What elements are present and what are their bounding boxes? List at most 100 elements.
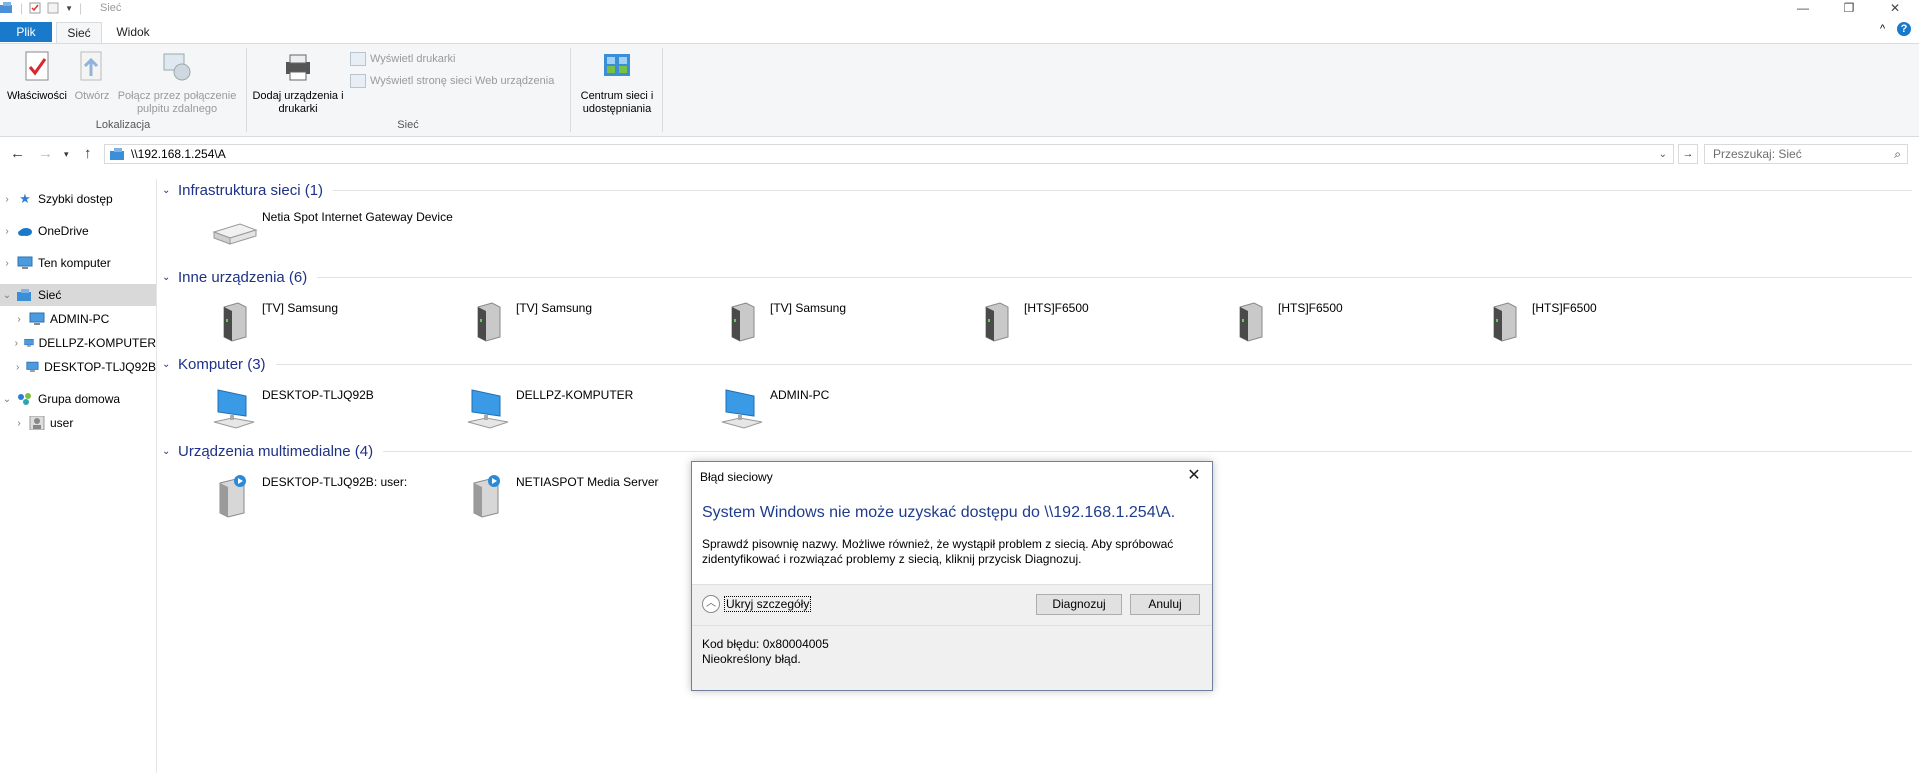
collapse-chevron-icon[interactable]: ⌄: [162, 185, 178, 196]
group-header-infrastructure[interactable]: ⌄ Infrastruktura sieci (1): [162, 180, 1912, 200]
open-button[interactable]: Otwórz: [70, 50, 114, 103]
close-button[interactable]: ✕: [1872, 0, 1918, 18]
media-server-item[interactable]: NETIASPOT Media Server: [464, 471, 716, 519]
group-label-location: Lokalizacja: [95, 119, 151, 131]
view-printers-label: Wyświetl drukarki: [370, 53, 456, 65]
group-header-other-devices[interactable]: ⌄ Inne urządzenia (6): [162, 267, 1912, 287]
dialog-footer: ︿ Ukryj szczegóły Diagnozuj Anuluj Kod b…: [692, 584, 1212, 690]
expand-chevron-icon[interactable]: ›: [12, 338, 21, 349]
collapse-chevron-icon[interactable]: ⌄: [0, 394, 14, 405]
go-arrow-icon[interactable]: →: [1678, 144, 1698, 164]
media-server-item[interactable]: DESKTOP-TLJQ92B: user:: [210, 471, 462, 519]
nav-item-admin-pc[interactable]: › ADMIN-PC: [12, 308, 168, 330]
cancel-button[interactable]: Anuluj: [1130, 594, 1200, 615]
tab-file[interactable]: Plik: [0, 22, 52, 42]
network-icon: [110, 148, 124, 160]
group-title: Komputer (3): [178, 355, 266, 373]
hide-details-toggle[interactable]: ︿ Ukryj szczegóły: [702, 595, 812, 613]
item-label: [HTS]F6500: [1278, 301, 1343, 315]
device-item[interactable]: [TV] Samsung: [210, 297, 462, 345]
computer-item[interactable]: DELLPZ-KOMPUTER: [464, 384, 716, 432]
nav-item-desktop-tljq92b[interactable]: › DESKTOP-TLJQ92B: [12, 356, 156, 378]
remote-desktop-button[interactable]: Połącz przez połączenie pulpitu zdalnego: [114, 50, 240, 116]
nav-item-dellpz-komputer[interactable]: › DELLPZ-KOMPUTER: [12, 332, 156, 354]
add-devices-button[interactable]: Dodaj urządzenia i drukarki: [252, 50, 344, 116]
nav-item-network[interactable]: ⌄ Sieć: [0, 284, 156, 306]
group-title: Inne urządzenia (6): [178, 268, 308, 286]
chevron-up-icon[interactable]: ︿: [702, 595, 720, 613]
computer-icon: [29, 312, 45, 325]
view-device-webpage-button[interactable]: Wyświetl stronę sieci Web urządzenia: [350, 74, 554, 88]
nav-item-quick-access[interactable]: › ★ Szybki dostęp: [0, 188, 156, 210]
group-title: Infrastruktura sieci (1): [178, 181, 324, 199]
collapse-chevron-icon[interactable]: ⌄: [162, 272, 178, 283]
computer-item[interactable]: ADMIN-PC: [718, 384, 970, 432]
group-header-computers[interactable]: ⌄ Komputer (3): [162, 354, 1912, 374]
diagnose-button[interactable]: Diagnozuj: [1036, 594, 1122, 615]
quick-access-toolbar: | ▼ |: [0, 1, 82, 15]
forward-arrow-icon[interactable]: →: [38, 145, 53, 162]
ribbon: Właściwości Otwórz Połącz przez połączen…: [0, 43, 1919, 137]
nav-item-onedrive[interactable]: › OneDrive: [0, 220, 156, 242]
group-divider: [383, 450, 1912, 452]
network-icon: [17, 289, 31, 301]
address-bar[interactable]: \\192.168.1.254\A ⌄: [104, 144, 1674, 164]
expand-chevron-icon[interactable]: ›: [0, 194, 14, 205]
recent-locations-icon[interactable]: ▾: [64, 149, 69, 160]
nav-label: ADMIN-PC: [50, 312, 110, 326]
search-icon[interactable]: ⌕: [1894, 147, 1901, 162]
group-header-media-devices[interactable]: ⌄ Urządzenia multimedialne (4): [162, 441, 1912, 461]
address-dropdown-icon[interactable]: ⌄: [1659, 149, 1667, 160]
view-printers-button[interactable]: Wyświetl drukarki: [350, 52, 455, 66]
collapse-chevron-icon[interactable]: ⌄: [162, 359, 178, 370]
device-tower-icon: [1493, 302, 1517, 342]
collapse-chevron-icon[interactable]: ⌄: [0, 290, 14, 301]
collapse-chevron-icon[interactable]: ⌄: [162, 446, 178, 457]
computer-icon: [26, 361, 39, 372]
open-label: Otwórz: [74, 90, 110, 102]
expand-chevron-icon[interactable]: ›: [0, 226, 14, 237]
computer-icon: [467, 389, 509, 429]
device-tower-icon: [1239, 302, 1263, 342]
expand-chevron-icon[interactable]: ›: [12, 418, 26, 429]
network-center-button[interactable]: Centrum sieci i udostępniania: [574, 50, 660, 116]
search-box[interactable]: Przeszukaj: Sieć ⌕: [1704, 144, 1908, 164]
up-arrow-icon[interactable]: ↑: [84, 145, 92, 162]
device-item[interactable]: [HTS]F6500: [1226, 297, 1478, 345]
nav-item-homegroup[interactable]: ⌄ Grupa domowa: [0, 388, 156, 410]
remote-desktop-icon: [163, 53, 191, 81]
device-item[interactable]: [TV] Samsung: [464, 297, 716, 345]
device-item[interactable]: [HTS]F6500: [972, 297, 1224, 345]
help-icon[interactable]: ?: [1897, 22, 1911, 36]
properties-button[interactable]: Właściwości: [4, 50, 70, 103]
hide-details-label[interactable]: Ukryj szczegóły: [724, 596, 812, 612]
tab-view[interactable]: Widok: [110, 22, 156, 42]
maximize-button[interactable]: ❐: [1826, 0, 1872, 18]
item-label: DELLPZ-KOMPUTER: [516, 388, 634, 402]
network-folder-icon: [0, 2, 12, 13]
back-arrow-icon[interactable]: ←: [10, 145, 25, 162]
item-label: DESKTOP-TLJQ92B: user:: [262, 475, 408, 489]
printer-icon: [286, 54, 310, 81]
tab-network[interactable]: Sieć: [56, 22, 102, 43]
ribbon-separator: [570, 48, 571, 132]
printers-icon: [350, 52, 366, 66]
expand-chevron-icon[interactable]: ›: [12, 362, 23, 373]
expand-chevron-icon[interactable]: ›: [12, 314, 26, 325]
nav-item-this-pc[interactable]: › Ten komputer: [0, 252, 156, 274]
minimize-button[interactable]: —: [1780, 0, 1826, 18]
device-item[interactable]: [TV] Samsung: [718, 297, 970, 345]
error-details: Kod błędu: 0x80004005 Nieokreślony błąd.: [702, 637, 829, 667]
ribbon-collapse-icon[interactable]: ^: [1880, 23, 1885, 35]
expand-chevron-icon[interactable]: ›: [0, 258, 14, 269]
network-device-item[interactable]: Netia Spot Internet Gateway Device: [210, 206, 462, 254]
device-item[interactable]: [HTS]F6500: [1480, 297, 1732, 345]
properties-icon[interactable]: [29, 2, 41, 14]
new-folder-icon[interactable]: [47, 2, 59, 14]
customize-toolbar-icon[interactable]: ▼: [65, 4, 73, 13]
dialog-divider: [692, 625, 1212, 626]
device-tower-icon: [731, 302, 755, 342]
close-icon[interactable]: ✕: [1182, 465, 1206, 485]
nav-item-user[interactable]: › user: [12, 412, 156, 434]
computer-item[interactable]: DESKTOP-TLJQ92B: [210, 384, 462, 432]
